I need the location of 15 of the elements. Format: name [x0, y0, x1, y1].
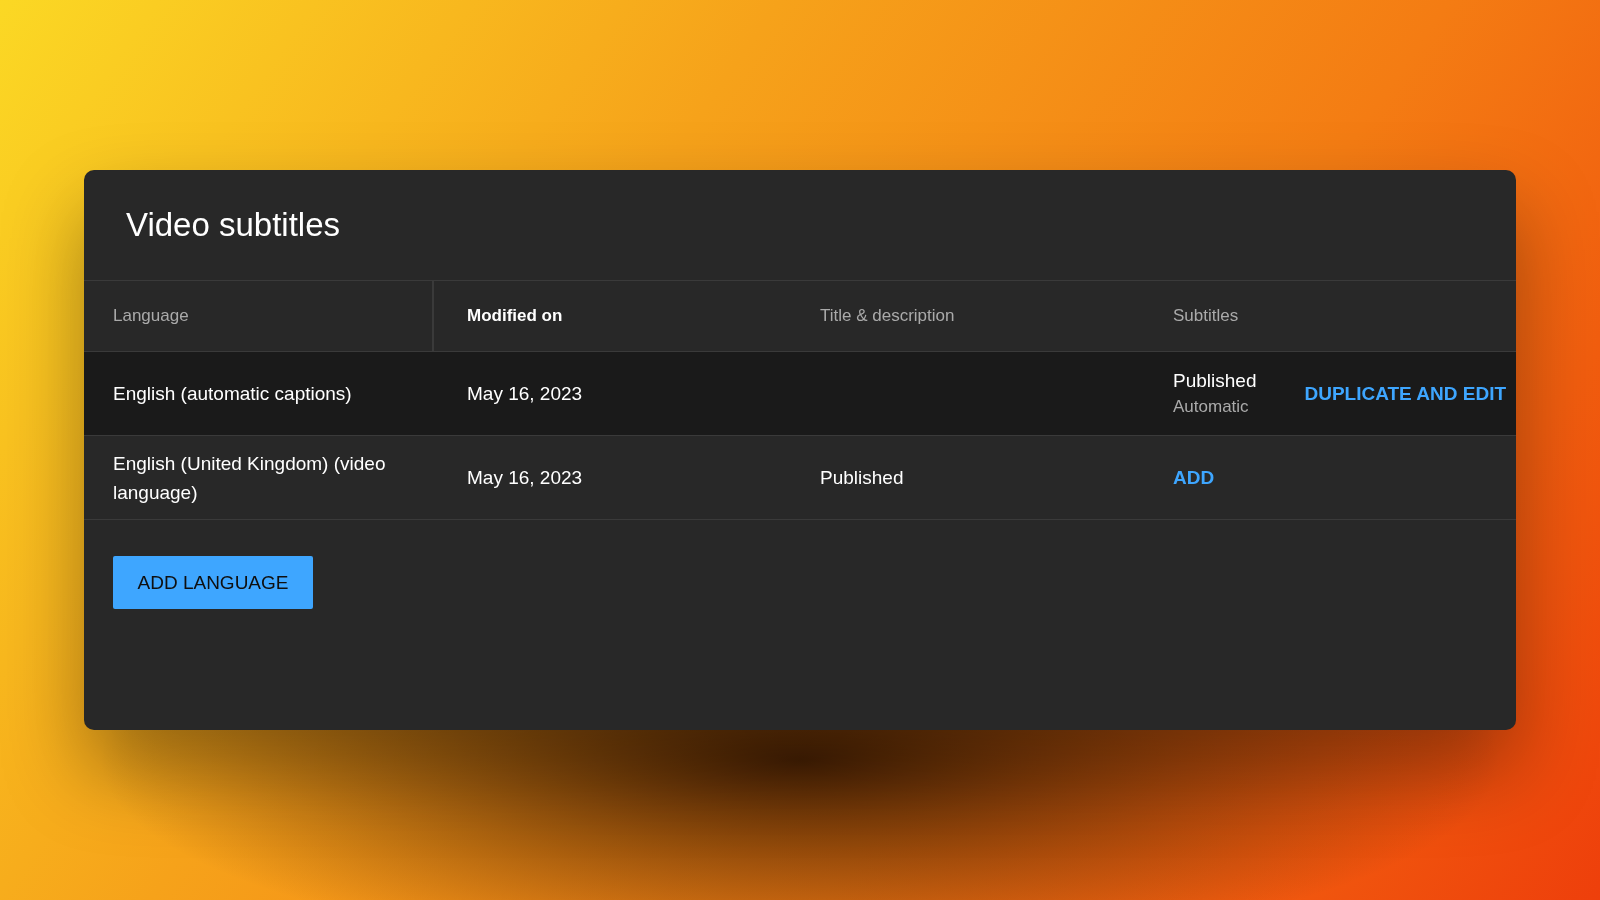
language-cell-text: English (automatic captions): [113, 382, 352, 406]
status-detail: Automatic: [1173, 395, 1250, 418]
status-cell: Published: [820, 467, 904, 488]
duplicate-and-edit-link[interactable]: DUPLICATE AND EDIT: [1304, 382, 1507, 405]
column-header[interactable]: Subtitles: [1173, 306, 1239, 326]
add-language-button[interactable]: ADD LANGUAGE: [113, 556, 313, 609]
column-header[interactable]: Title & description: [820, 306, 955, 326]
panel-title: Video subtitles: [126, 206, 341, 244]
column-header[interactable]: Language: [113, 306, 189, 326]
date-cell: May 16, 2023: [467, 467, 583, 488]
add-link[interactable]: ADD: [1173, 466, 1215, 489]
date-cell: May 16, 2023: [467, 383, 583, 404]
column-header[interactable]: Modified on: [467, 306, 563, 326]
status-text: Published: [1173, 368, 1257, 393]
language-cell-text: English (United Kingdom) (video language): [113, 451, 387, 505]
